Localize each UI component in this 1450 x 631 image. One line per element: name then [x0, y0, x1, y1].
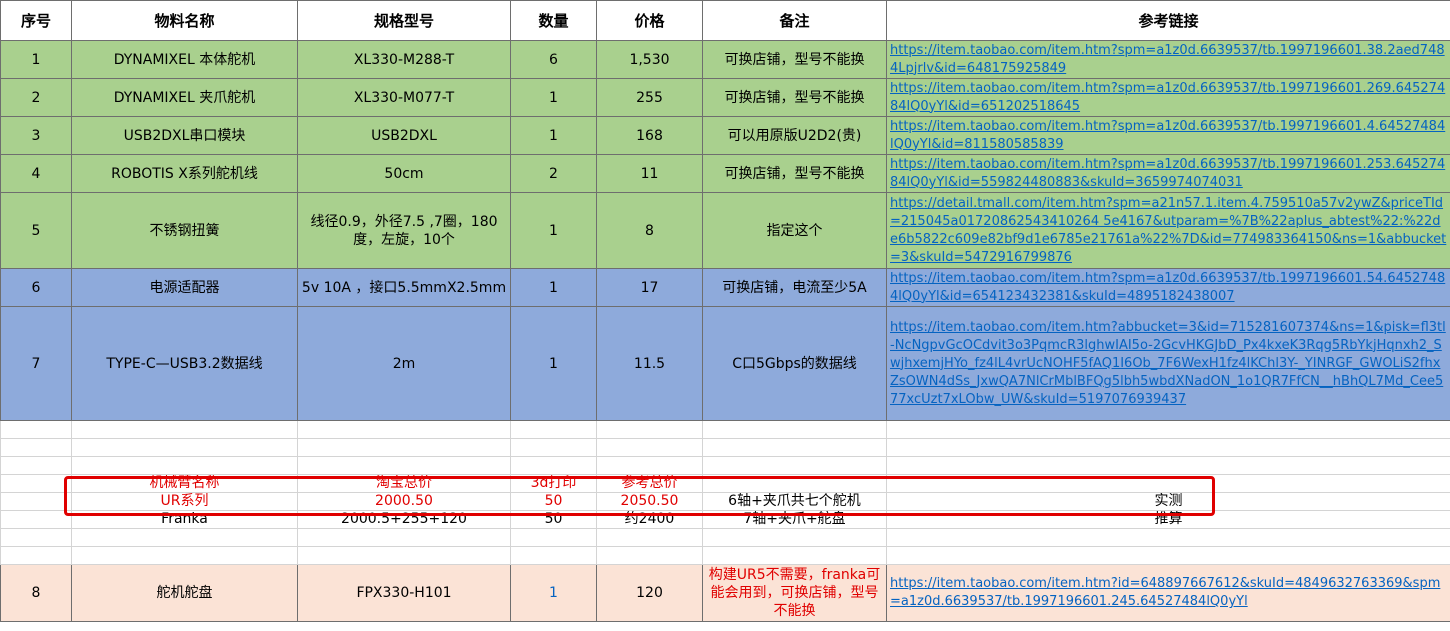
summary-ur-note[interactable]: 6轴+夹爪共七个舵机 — [702, 492, 887, 511]
summary-header-arm[interactable]: 机械臂名称 — [71, 474, 298, 493]
cell-note[interactable]: 构建UR5不需要，franka可能会用到，可换店铺，型号不能换 — [702, 564, 887, 622]
table-row: 8 舵机舵盘 FPX330-H101 1 120 构建UR5不需要，franka… — [0, 564, 1450, 622]
cell-price[interactable]: 11 — [596, 154, 703, 193]
summary-franka-row: Franka 2000.5+255+120 50 约2400 7轴+夹爪+舵盘 … — [0, 510, 1450, 529]
summary-franka-3d[interactable]: 50 — [510, 510, 597, 529]
summary-header-total[interactable]: 参考总价 — [596, 474, 703, 493]
summary-ur-name[interactable]: UR系列 — [71, 492, 298, 511]
header-name[interactable]: 物料名称 — [71, 0, 298, 41]
cell-no[interactable]: 1 — [0, 40, 72, 79]
cell-link[interactable]: https://detail.tmall.com/item.htm?spm=a2… — [886, 192, 1450, 269]
cell-spec[interactable]: USB2DXL — [297, 116, 511, 155]
blank-row — [0, 546, 1450, 565]
cell-qty[interactable]: 1 — [510, 306, 597, 421]
cell-no[interactable]: 2 — [0, 78, 72, 117]
table-row: 6 电源适配器 5v 10A ，接口5.5mmX2.5mm 1 17 可换店铺，… — [0, 268, 1450, 307]
cell-price[interactable]: 120 — [596, 564, 703, 622]
cell-qty[interactable]: 1 — [510, 564, 597, 622]
summary-header-row: 机械臂名称 淘宝总价 3d打印 参考总价 — [0, 474, 1450, 493]
cell-no[interactable]: 5 — [0, 192, 72, 269]
blank-row — [0, 528, 1450, 547]
summary-ur-total[interactable]: 2050.50 — [596, 492, 703, 511]
cell-note[interactable]: C口5Gbps的数据线 — [702, 306, 887, 421]
cell-spec[interactable]: 50cm — [297, 154, 511, 193]
cell-name[interactable]: DYNAMIXEL 本体舵机 — [71, 40, 298, 79]
cell-link[interactable]: https://item.taobao.com/item.htm?spm=a1z… — [886, 116, 1450, 155]
spreadsheet: 序号 物料名称 规格型号 数量 价格 备注 参考链接 1 DYNAMIXEL 本… — [0, 0, 1450, 631]
table-row: 5 不锈钢扭簧 线径0.9，外径7.5 ,7圈，180度，左旋，10个 1 8 … — [0, 192, 1450, 269]
cell-no[interactable]: 4 — [0, 154, 72, 193]
header-price[interactable]: 价格 — [596, 0, 703, 41]
cell-no[interactable]: 7 — [0, 306, 72, 421]
cell-note[interactable]: 可换店铺，电流至少5A — [702, 268, 887, 307]
cell-link[interactable]: https://item.taobao.com/item.htm?abbucke… — [886, 306, 1450, 421]
summary-franka-note[interactable]: 7轴+夹爪+舵盘 — [702, 510, 887, 529]
cell-spec[interactable]: XL330-M077-T — [297, 78, 511, 117]
cell-link[interactable]: https://item.taobao.com/item.htm?spm=a1z… — [886, 78, 1450, 117]
cell-price[interactable]: 11.5 — [596, 306, 703, 421]
summary-ur-taobao[interactable]: 2000.50 — [297, 492, 511, 511]
table-row: 1 DYNAMIXEL 本体舵机 XL330-M288-T 6 1,530 可换… — [0, 40, 1450, 79]
cell-name[interactable]: USB2DXL串口模块 — [71, 116, 298, 155]
header-note[interactable]: 备注 — [702, 0, 887, 41]
summary-franka-taobao[interactable]: 2000.5+255+120 — [297, 510, 511, 529]
header-no[interactable]: 序号 — [0, 0, 72, 41]
cell-spec[interactable]: 5v 10A ，接口5.5mmX2.5mm — [297, 268, 511, 307]
cell-no[interactable]: 6 — [0, 268, 72, 307]
bom-table: 序号 物料名称 规格型号 数量 价格 备注 参考链接 1 DYNAMIXEL 本… — [0, 0, 1450, 622]
cell-no[interactable]: 3 — [0, 116, 72, 155]
table-row: 2 DYNAMIXEL 夹爪舵机 XL330-M077-T 1 255 可换店铺… — [0, 78, 1450, 117]
header-link[interactable]: 参考链接 — [886, 0, 1450, 41]
cell-link[interactable]: https://item.taobao.com/item.htm?spm=a1z… — [886, 268, 1450, 307]
cell-name[interactable]: TYPE-C—USB3.2数据线 — [71, 306, 298, 421]
cell-note[interactable]: 可换店铺，型号不能换 — [702, 154, 887, 193]
cell-link[interactable]: https://item.taobao.com/item.htm?id=6488… — [886, 564, 1450, 622]
cell-spec[interactable]: 线径0.9，外径7.5 ,7圈，180度，左旋，10个 — [297, 192, 511, 269]
cell-spec[interactable]: XL330-M288-T — [297, 40, 511, 79]
cell-name[interactable]: 电源适配器 — [71, 268, 298, 307]
cell-price[interactable]: 168 — [596, 116, 703, 155]
cell-name[interactable]: ROBOTIS X系列舵机线 — [71, 154, 298, 193]
header-spec[interactable]: 规格型号 — [297, 0, 511, 41]
header-qty[interactable]: 数量 — [510, 0, 597, 41]
cell-qty[interactable]: 6 — [510, 40, 597, 79]
cell-qty[interactable]: 1 — [510, 78, 597, 117]
cell-link[interactable]: https://item.taobao.com/item.htm?spm=a1z… — [886, 40, 1450, 79]
blank-row — [0, 438, 1450, 457]
cell-price[interactable]: 17 — [596, 268, 703, 307]
summary-ur-tag[interactable]: 实测 — [886, 492, 1450, 511]
summary-header-taobao[interactable]: 淘宝总价 — [297, 474, 511, 493]
summary-franka-tag[interactable]: 推算 — [886, 510, 1450, 529]
cell-no[interactable]: 8 — [0, 564, 72, 622]
cell-note[interactable]: 指定这个 — [702, 192, 887, 269]
table-row: 4 ROBOTIS X系列舵机线 50cm 2 11 可换店铺，型号不能换 ht… — [0, 154, 1450, 193]
cell-note[interactable]: 可换店铺，型号不能换 — [702, 78, 887, 117]
summary-header-3d[interactable]: 3d打印 — [510, 474, 597, 493]
summary-franka-name[interactable]: Franka — [71, 510, 298, 529]
blank-row — [0, 456, 1450, 475]
summary-ur-row: UR系列 2000.50 50 2050.50 6轴+夹爪共七个舵机 实测 — [0, 492, 1450, 511]
cell-link[interactable]: https://item.taobao.com/item.htm?spm=a1z… — [886, 154, 1450, 193]
cell-qty[interactable]: 1 — [510, 192, 597, 269]
cell-spec[interactable]: FPX330-H101 — [297, 564, 511, 622]
cell-price[interactable]: 8 — [596, 192, 703, 269]
cell-spec[interactable]: 2m — [297, 306, 511, 421]
cell-price[interactable]: 255 — [596, 78, 703, 117]
cell-name[interactable]: 不锈钢扭簧 — [71, 192, 298, 269]
header-row: 序号 物料名称 规格型号 数量 价格 备注 参考链接 — [0, 0, 1450, 41]
cell-name[interactable]: 舵机舵盘 — [71, 564, 298, 622]
cell-note[interactable]: 可以用原版U2D2(贵) — [702, 116, 887, 155]
cell-note[interactable]: 可换店铺，型号不能换 — [702, 40, 887, 79]
summary-franka-total[interactable]: 约2400 — [596, 510, 703, 529]
summary-ur-3d[interactable]: 50 — [510, 492, 597, 511]
cell-name[interactable]: DYNAMIXEL 夹爪舵机 — [71, 78, 298, 117]
cell-price[interactable]: 1,530 — [596, 40, 703, 79]
table-row: 3 USB2DXL串口模块 USB2DXL 1 168 可以用原版U2D2(贵)… — [0, 116, 1450, 155]
table-row: 7 TYPE-C—USB3.2数据线 2m 1 11.5 C口5Gbps的数据线… — [0, 306, 1450, 421]
cell-qty[interactable]: 1 — [510, 116, 597, 155]
cell-qty[interactable]: 1 — [510, 268, 597, 307]
blank-row — [0, 420, 1450, 439]
cell-qty[interactable]: 2 — [510, 154, 597, 193]
